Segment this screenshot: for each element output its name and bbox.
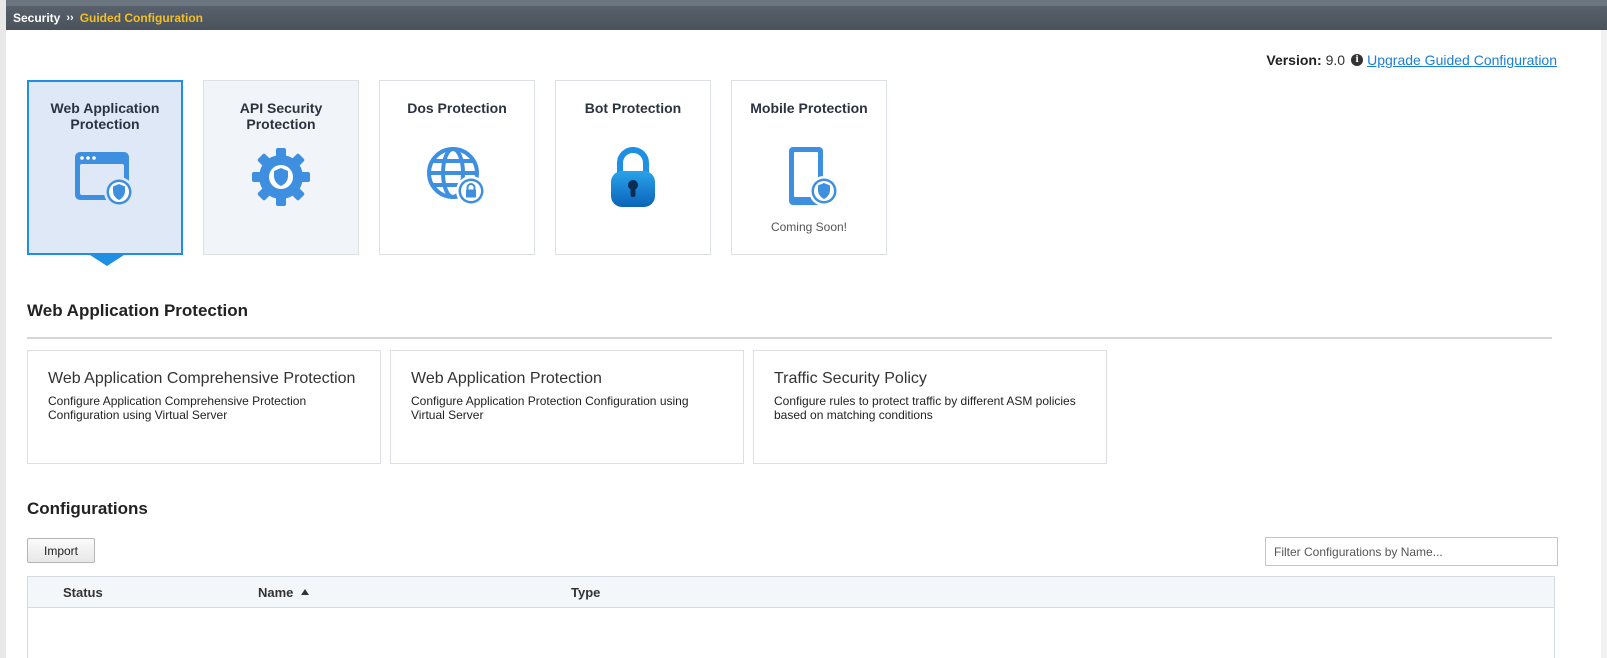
coming-soon-note: Coming Soon!: [770, 220, 848, 234]
table-header: Status Name Type: [28, 577, 1554, 608]
version-info: Version: 9.0 i Upgrade Guided Configurat…: [1266, 52, 1557, 68]
globe-lock-icon: [427, 147, 486, 206]
option-traffic-security-policy[interactable]: Traffic Security Policy Configure rules …: [753, 350, 1107, 464]
gear-shield-icon: [252, 148, 310, 206]
filter-configurations-input[interactable]: [1265, 537, 1558, 566]
column-header-name[interactable]: Name: [258, 585, 310, 600]
category-title: API Security Protection: [239, 100, 323, 132]
option-description: Configure Application Comprehensive Prot…: [48, 394, 307, 422]
category-api-security-protection[interactable]: API Security Protection: [203, 80, 359, 255]
category-title: Mobile Protection: [750, 100, 868, 116]
breadcrumb: Security ›› Guided Configuration: [6, 0, 1607, 30]
version-value: 9.0: [1325, 52, 1346, 68]
sort-ascending-icon: [301, 589, 310, 595]
left-edge: [0, 0, 6, 658]
breadcrumb-security[interactable]: Security: [13, 11, 60, 25]
option-description: Configure Application Protection Configu…: [411, 394, 689, 422]
breadcrumb-separator: ››: [66, 12, 74, 24]
import-button[interactable]: Import: [27, 538, 95, 563]
option-title: Traffic Security Policy: [774, 370, 927, 387]
option-web-application-protection[interactable]: Web Application Protection Configure App…: [390, 350, 744, 464]
configuration-options: Web Application Comprehensive Protection…: [27, 350, 1116, 464]
browser-shield-icon: [75, 152, 134, 207]
configurations-title: Configurations: [27, 499, 148, 518]
configurations-table: Status Name Type: [27, 576, 1555, 658]
option-title: Web Application Comprehensive Protection: [48, 370, 356, 387]
category-dos-protection[interactable]: Dos Protection: [379, 80, 535, 255]
category-title: Dos Protection: [407, 100, 507, 116]
category-title: Web Application Protection: [50, 100, 160, 132]
version-label: Version:: [1266, 52, 1322, 68]
protection-categories: Web Application Protection API Security …: [27, 80, 907, 266]
info-icon[interactable]: i: [1351, 54, 1364, 66]
section-title: Web Application Protection: [27, 301, 249, 320]
column-header-status[interactable]: Status: [63, 585, 103, 600]
app-frame: Security ›› Guided Configuration Version…: [0, 0, 1607, 658]
category-mobile-protection[interactable]: Mobile Protection Coming Soon!: [731, 80, 887, 255]
option-web-application-comprehensive-protection[interactable]: Web Application Comprehensive Protection…: [27, 350, 381, 464]
section-divider: [27, 337, 1552, 339]
option-description: Configure rules to protect traffic by di…: [774, 394, 1076, 422]
right-edge: [1601, 30, 1607, 658]
padlock-icon: [611, 147, 655, 207]
category-web-application-protection[interactable]: Web Application Protection: [27, 80, 183, 266]
category-bot-protection[interactable]: Bot Protection: [555, 80, 711, 255]
category-title: Bot Protection: [584, 100, 682, 116]
column-header-name-label: Name: [258, 585, 294, 600]
upgrade-guided-configuration-link[interactable]: Upgrade Guided Configuration: [1367, 52, 1557, 68]
column-header-type[interactable]: Type: [571, 585, 600, 600]
option-title: Web Application Protection: [411, 370, 602, 387]
breadcrumb-guided-configuration[interactable]: Guided Configuration: [80, 11, 203, 25]
mobile-shield-icon: [789, 147, 839, 206]
